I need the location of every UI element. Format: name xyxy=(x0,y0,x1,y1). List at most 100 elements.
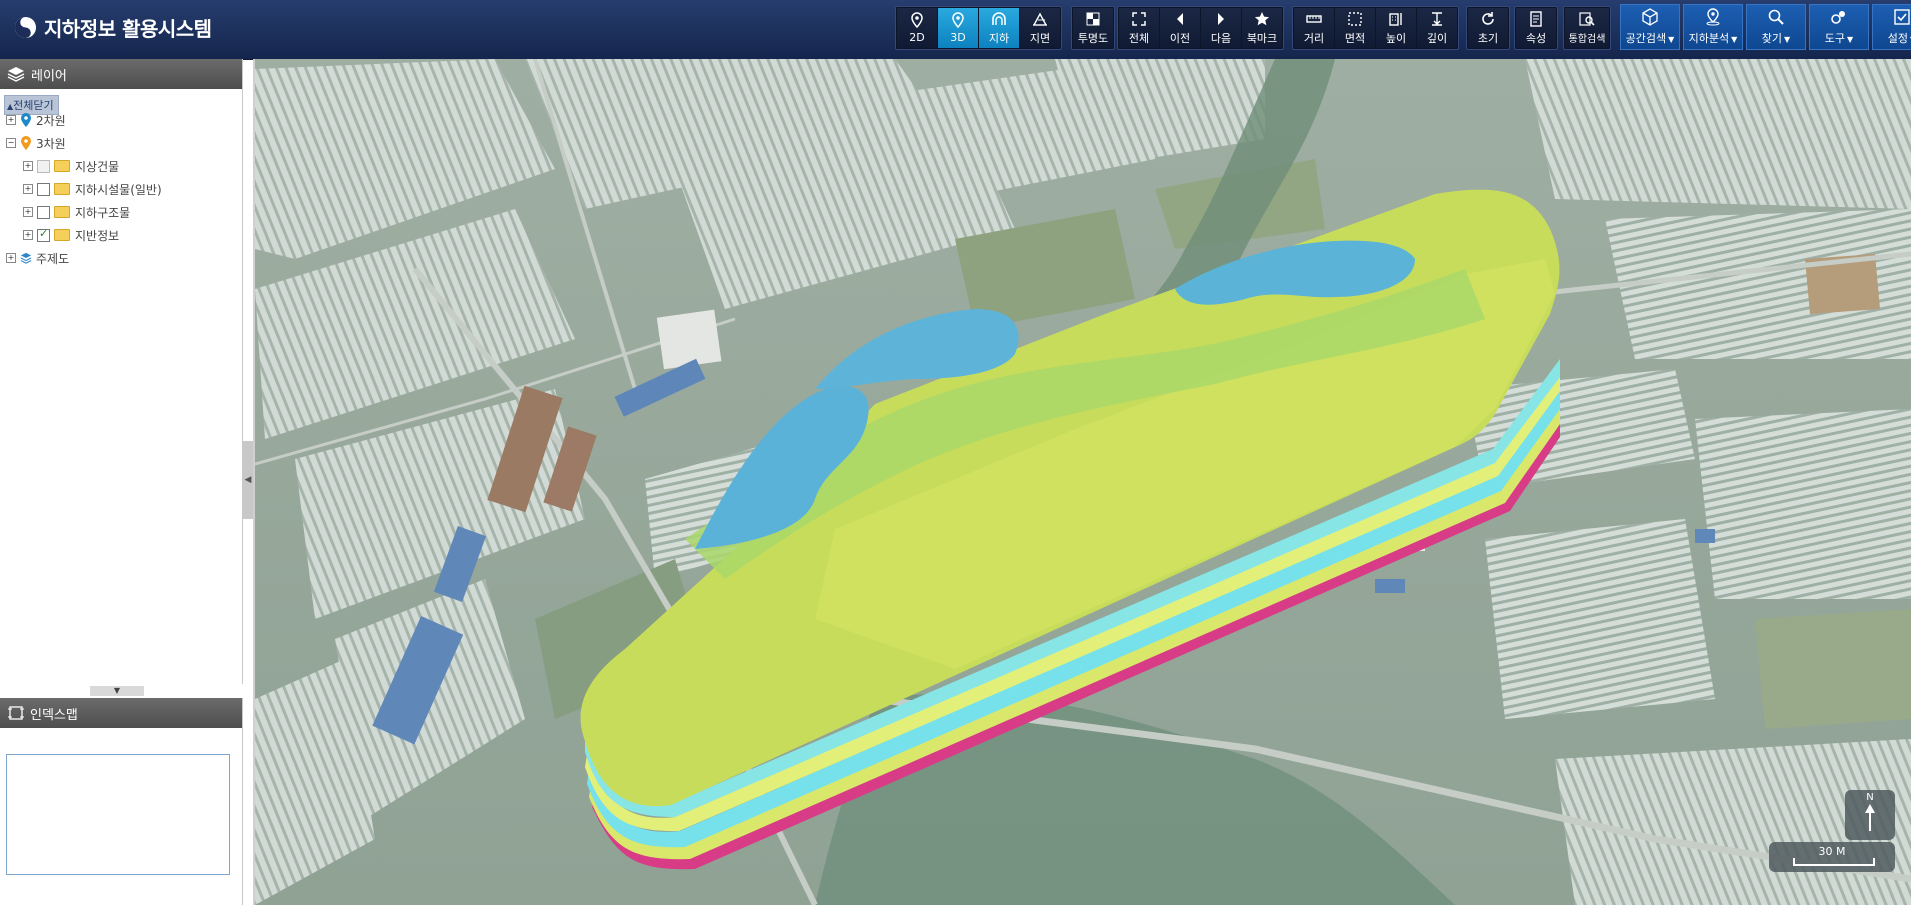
folder-icon xyxy=(54,229,70,241)
expand-icon[interactable]: + xyxy=(23,184,33,194)
view-ground-button[interactable]: 지면 xyxy=(1020,8,1060,48)
arrow-right-icon xyxy=(1218,12,1224,25)
measure-area-button[interactable]: 면적 xyxy=(1335,8,1375,48)
search-icon xyxy=(1768,9,1784,25)
chevron-down-icon: ▼ xyxy=(1731,35,1738,44)
tools-icon xyxy=(1831,11,1845,24)
expand-icon[interactable]: + xyxy=(23,161,33,171)
north-label: N xyxy=(1866,792,1874,803)
cube-icon xyxy=(1642,8,1658,26)
layers-icon xyxy=(7,67,25,82)
tree-node-thematic[interactable]: + 주제도 xyxy=(6,250,69,266)
previous-view-button[interactable]: 이전 xyxy=(1160,8,1200,48)
app-logo[interactable]: 지하정보 활용시스템 xyxy=(14,13,212,42)
previous-view-label: 이전 xyxy=(1169,31,1191,45)
measure-height-label: 높이 xyxy=(1385,31,1407,45)
folder-icon xyxy=(54,183,70,195)
view-2d-button[interactable]: 2D xyxy=(897,8,937,48)
compass-north[interactable]: N xyxy=(1845,790,1895,840)
tree-node-thematic-label: 주제도 xyxy=(36,251,70,266)
folder-icon xyxy=(54,206,70,218)
scale-bar xyxy=(1793,858,1875,866)
layer-checkbox[interactable] xyxy=(37,205,50,219)
map-pin-3d-icon xyxy=(952,12,964,28)
taegeuk-logo-icon xyxy=(14,16,37,39)
full-extent-button[interactable]: 전체 xyxy=(1119,8,1159,48)
expand-icon[interactable]: + xyxy=(6,115,16,125)
tree-node-2d[interactable]: + 2차원 xyxy=(6,112,66,128)
attribute-label: 속성 xyxy=(1525,31,1547,45)
close-all-label: 전체닫기 xyxy=(13,99,54,112)
layer-checkbox[interactable] xyxy=(37,159,50,173)
scale-label: 30 M xyxy=(1818,845,1846,858)
attribute-button[interactable]: 속성 xyxy=(1516,8,1556,48)
tree-node-ground-info[interactable]: + 지반정보 xyxy=(23,227,119,243)
panel-resize-handle[interactable]: ▼ xyxy=(90,686,144,696)
menu-settings[interactable]: 설정▼ xyxy=(1872,4,1911,50)
reset-button[interactable]: 초기 xyxy=(1468,8,1508,48)
tree-node-label: 지반정보 xyxy=(75,228,120,243)
main-menu-bar: 공간검색▼ 지하분석▼ 찾기▼ 도구▼ 설정▼ xyxy=(1620,4,1911,52)
next-view-label: 다음 xyxy=(1210,31,1232,45)
folder-icon xyxy=(54,160,70,172)
layers-stack-icon xyxy=(20,252,32,264)
reset-label: 초기 xyxy=(1477,31,1499,45)
tree-node-ground-buildings[interactable]: + 지상건물 xyxy=(23,158,119,174)
tree-node-2d-label: 2차원 xyxy=(36,113,66,128)
measure-distance-label: 거리 xyxy=(1303,31,1325,45)
layer-checkbox-checked[interactable] xyxy=(37,227,50,242)
tree-node-label: 지하구조물 xyxy=(75,205,131,220)
building-height-icon xyxy=(1389,12,1402,26)
depth-icon xyxy=(1432,11,1442,26)
menu-find-label: 찾기 xyxy=(1761,32,1783,45)
layer-checkbox[interactable] xyxy=(37,182,50,196)
tree-node-underground-structures[interactable]: + 지하구조물 xyxy=(23,204,130,220)
layer-panel: 레이어 ▲전체닫기 + 2차원 − 3차원 + 지상건물 + 지하시설물(일반)… xyxy=(0,59,243,684)
menu-underground-analysis[interactable]: 지하분석 ▼ xyxy=(1683,4,1743,50)
menu-find[interactable]: 찾기 ▼ xyxy=(1746,4,1806,50)
measure-toolbar: 거리 면적 높이 깊이 xyxy=(1292,6,1459,50)
menu-spatial-search[interactable]: 공간검색 ▼ xyxy=(1620,4,1680,50)
view-2d-label: 2D xyxy=(909,31,925,44)
expand-icon[interactable]: + xyxy=(6,253,16,263)
ruler-icon xyxy=(1306,14,1322,23)
checker-icon xyxy=(1086,12,1100,25)
arrow-left-icon xyxy=(1177,12,1183,25)
index-map-view[interactable] xyxy=(6,754,230,875)
tree-node-3d[interactable]: − 3차원 xyxy=(6,135,66,151)
measure-height-button[interactable]: 높이 xyxy=(1376,8,1416,48)
tree-node-underground-facilities[interactable]: + 지하시설물(일반) xyxy=(23,181,162,197)
bookmark-button[interactable]: 북마크 xyxy=(1242,8,1282,48)
checkbox-settings-icon xyxy=(1894,9,1910,25)
tree-node-3d-label: 3차원 xyxy=(36,136,66,151)
star-icon xyxy=(1254,11,1270,25)
app-title: 지하정보 활용시스템 xyxy=(44,17,212,41)
menu-spatial-search-label: 공간검색 xyxy=(1625,32,1667,45)
map-3d-view[interactable]: N 30 M xyxy=(255,59,1911,905)
location-pin-icon xyxy=(1706,8,1720,26)
north-arrow-icon xyxy=(1865,804,1875,831)
collapse-icon[interactable]: − xyxy=(6,138,16,148)
view-3d-button[interactable]: 3D xyxy=(938,8,978,48)
map-pin-icon xyxy=(21,113,31,127)
integrated-search-button[interactable]: 통합검색 xyxy=(1565,8,1609,48)
measure-distance-button[interactable]: 거리 xyxy=(1294,8,1334,48)
dashed-square-icon xyxy=(1348,11,1362,26)
measure-depth-label: 깊이 xyxy=(1426,31,1448,45)
menu-tools[interactable]: 도구 ▼ xyxy=(1809,4,1869,50)
chevron-left-icon: ◀ xyxy=(244,475,252,485)
expand-icon xyxy=(1132,11,1146,26)
next-view-button[interactable]: 다음 xyxy=(1201,8,1241,48)
navigation-toolbar: 전체 이전 다음 북마크 xyxy=(1117,6,1284,50)
sidebar-collapse-toggle[interactable]: ◀ xyxy=(243,441,253,519)
transparency-button[interactable]: 투명도 xyxy=(1073,8,1113,48)
measure-depth-button[interactable]: 깊이 xyxy=(1417,8,1457,48)
expand-icon[interactable]: + xyxy=(23,230,33,240)
map-pin-2d-icon xyxy=(911,12,923,28)
menu-tools-label: 도구 xyxy=(1824,32,1846,45)
index-map-title: 인덱스맵 xyxy=(30,707,78,723)
expand-icon[interactable]: + xyxy=(23,207,33,217)
app-header: 지하정보 활용시스템 2D 3D 지하 지면 투명도 전체 이전 다음 북마크 … xyxy=(0,0,1911,60)
transparency-label: 투명도 xyxy=(1077,31,1109,45)
view-underground-button[interactable]: 지하 xyxy=(979,8,1019,48)
